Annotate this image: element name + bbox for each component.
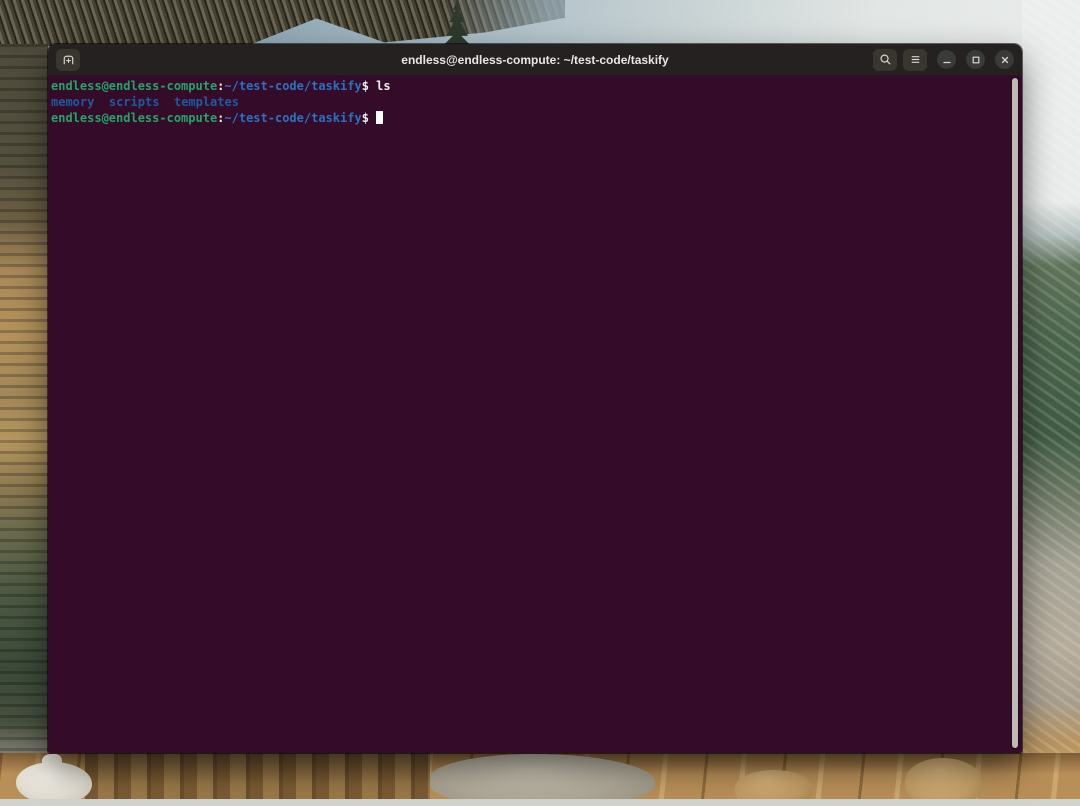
desktop: endless@endless-compute: ~/test-code/tas… [0, 0, 1080, 806]
wallpaper-floor-edge [0, 799, 1080, 806]
prompt-symbol: $ [362, 79, 369, 93]
terminal-scrollbar[interactable] [1012, 78, 1018, 748]
prompt-path: ~/test-code/taskify [224, 79, 361, 93]
new-tab-button[interactable] [56, 49, 80, 71]
terminal-screen[interactable]: endless@endless-compute:~/test-code/task… [48, 75, 1022, 753]
directory-entry: templates [174, 95, 239, 109]
hamburger-menu-icon [908, 52, 923, 67]
prompt-symbol: $ [362, 111, 369, 125]
terminal-line: memory scripts templates [51, 94, 1008, 110]
prompt-user-host: endless@endless-compute [51, 79, 217, 93]
search-button[interactable] [873, 49, 897, 71]
maximize-icon [970, 54, 982, 66]
headerbar-controls [873, 49, 1014, 71]
minimize-icon [941, 54, 953, 66]
close-icon [999, 54, 1011, 66]
terminal-headerbar[interactable]: endless@endless-compute: ~/test-code/tas… [48, 44, 1022, 75]
minimize-button[interactable] [937, 50, 956, 69]
wallpaper-forest-scree [1022, 0, 1080, 806]
prompt-path: ~/test-code/taskify [224, 111, 361, 125]
terminal-line: endless@endless-compute:~/test-code/task… [51, 78, 1008, 94]
prompt-user-host: endless@endless-compute [51, 111, 217, 125]
maximize-button[interactable] [966, 50, 985, 69]
search-icon [878, 52, 893, 67]
wallpaper-white-bag [16, 762, 92, 804]
command-text: ls [376, 79, 390, 93]
wallpaper-shingle-hut [0, 44, 48, 806]
new-tab-icon [61, 52, 76, 67]
close-button[interactable] [995, 50, 1014, 69]
terminal-window: endless@endless-compute: ~/test-code/tas… [48, 44, 1022, 753]
window-title: endless@endless-compute: ~/test-code/tas… [401, 53, 668, 67]
terminal-line: endless@endless-compute:~/test-code/task… [51, 110, 1008, 126]
directory-entry: scripts [109, 95, 160, 109]
menu-button[interactable] [903, 49, 927, 71]
terminal-cursor [376, 111, 383, 124]
directory-entry: memory [51, 95, 94, 109]
